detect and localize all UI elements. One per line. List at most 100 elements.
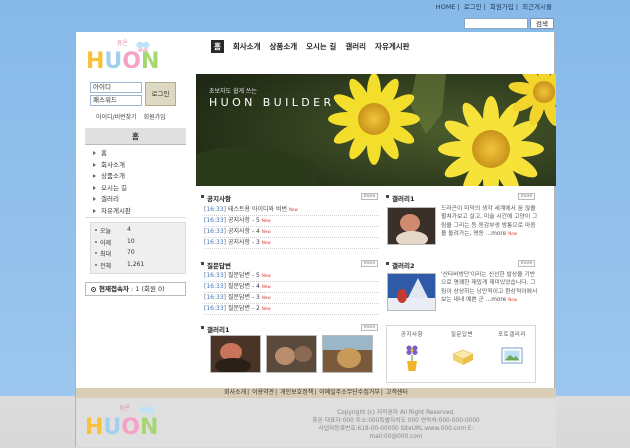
post-title: 질문답변 - 3 — [227, 294, 260, 301]
gallery2-thumb[interactable] — [387, 273, 436, 311]
site-logo[interactable]: 휴온 HUON — [84, 38, 164, 72]
gallery-bottom-more-button[interactable]: more — [361, 324, 378, 331]
top-link-join[interactable]: 회원가입 — [490, 3, 514, 11]
list-item[interactable]: [16:33] 공지사항 - 5 New — [204, 216, 379, 227]
post-time: [16:33] — [204, 294, 226, 301]
counter-row-today: 오늘 4 — [95, 226, 185, 238]
find-account-link[interactable]: 아이디/비번찾기 — [96, 114, 137, 121]
footer-link-support[interactable]: 고객센터 — [386, 389, 408, 396]
online-users[interactable]: 현재접속자 : 1 (회원 0) — [85, 282, 186, 296]
qna-more-button[interactable]: more — [361, 260, 378, 267]
id-field[interactable]: 아이디 — [90, 82, 142, 93]
post-time: [16:33] — [204, 206, 226, 213]
footer-nav: 회사소개| 이용약관| 개인보호정책| 이메일주소무단수집거부| 고객센터 — [76, 388, 556, 398]
new-badge: New — [508, 230, 517, 236]
list-item[interactable]: [16:33] 질문답변 - 5 New — [204, 271, 379, 282]
sidebar-item-location[interactable]: 오시는 길 — [90, 183, 131, 195]
footer-line: 사업자등록번호:618-00-00000 SiteURL:www.000.com… — [318, 426, 474, 440]
quick-menu: 공지사항 질문답변 포토갤러리 — [386, 325, 536, 383]
sidebar-item-home[interactable]: 홈 — [90, 148, 131, 160]
gnb-location[interactable]: 오시는 길 — [306, 41, 336, 52]
search-input[interactable] — [464, 18, 528, 29]
top-link-home[interactable]: HOME — [436, 3, 456, 11]
new-badge: New — [261, 273, 271, 278]
page-container: 휴온 HUON 홈 회사소개 상품소개 오시는 길 갤러리 자유게시판 아이디 … — [75, 32, 556, 447]
footer-logo-small: 휴온 — [119, 404, 131, 412]
visual-title: HUON BUILDER — [209, 96, 335, 109]
new-badge: New — [261, 306, 271, 311]
visitor-counter: 오늘 4 어제 10 최대 70 전체 1,261 — [90, 222, 186, 274]
footer-link-company[interactable]: 회사소개 — [224, 389, 246, 396]
gallery2-title[interactable]: 갤러리2 — [386, 260, 414, 270]
thumbnail-image — [388, 274, 435, 310]
footer-link-email[interactable]: 이메일주소무단수집거부 — [319, 389, 380, 396]
list-item[interactable]: [16:33] 테스트용 아이디와 비번 New — [204, 205, 379, 216]
counter-value: 4 — [127, 226, 131, 233]
top-link-login[interactable]: 로그인 — [464, 3, 482, 11]
book-icon — [452, 349, 474, 365]
svg-text:HUON: HUON — [86, 49, 159, 72]
counter-label: 오늘 — [100, 228, 112, 235]
password-field[interactable]: 패스워드 — [90, 95, 142, 106]
notice-more-button[interactable]: more — [361, 193, 378, 200]
footer-link-privacy[interactable]: 개인보호정책 — [280, 389, 313, 396]
new-badge: New — [261, 295, 271, 300]
gallery2-excerpt-text: '산타바방단'이라는 신선한 발상을 기반으로 명쾌한 재밌게 재미있었습니다.… — [441, 272, 538, 303]
login-box: 아이디 패스워드 로그인 — [90, 82, 180, 108]
quick-qna[interactable]: 질문답변 — [437, 330, 487, 338]
sidebar-item-gallery[interactable]: 갤러리 — [90, 194, 131, 206]
list-item[interactable]: [16:33] 공지사항 - 4 New — [204, 227, 379, 238]
sidebar-item-company[interactable]: 회사소개 — [90, 160, 131, 172]
join-link[interactable]: 회원가입 — [144, 114, 166, 121]
gallery-thumb-3[interactable] — [322, 335, 373, 373]
footer-logo: 휴온 HUON — [85, 404, 158, 438]
quick-notice-label: 공지사항 — [400, 332, 424, 338]
list-item[interactable]: [16:33] 질문답변 - 2 New — [204, 304, 379, 315]
gallery-thumb-2[interactable] — [266, 335, 317, 373]
gallery1-excerpt[interactable]: 드라곤이 미덕의 생각 세계에서 꿈 많을 펼쳐가보고 살고, 미술 시간에 고… — [441, 205, 538, 238]
qna-title[interactable]: 질문답변 — [201, 260, 231, 270]
login-button[interactable]: 로그인 — [145, 82, 176, 106]
thumbnail-image — [388, 208, 435, 244]
footer: 휴온 HUON Copyright (c) 저작권자 All Right Res… — [76, 398, 556, 447]
thumbnail-image — [211, 336, 260, 372]
counter-label: 전체 — [100, 262, 112, 270]
qna-list: [16:33] 질문답변 - 5 New [16:33] 질문답변 - 4 New [1… — [204, 271, 379, 315]
counter-value: 10 — [127, 237, 135, 245]
main-visual: 초보자도 쉽게 쓰는 HUON BUILDER — [196, 74, 556, 186]
notice-title[interactable]: 공지사항 — [201, 193, 231, 203]
quick-qna-label: 질문답변 — [450, 332, 474, 338]
footer-link-terms[interactable]: 이용약관 — [252, 389, 274, 396]
list-item[interactable]: [16:33] 공지사항 - 3 New — [204, 238, 379, 249]
gallery2-more-button[interactable]: more — [518, 260, 535, 267]
top-link-recent[interactable]: 최근게시물 — [522, 3, 552, 11]
gnb-products[interactable]: 상품소개 — [270, 41, 298, 52]
post-title: 질문답변 - 4 — [227, 283, 260, 290]
gallery-bottom-title[interactable]: 갤러리1 — [201, 324, 229, 334]
gnb-gallery[interactable]: 갤러리 — [345, 41, 366, 52]
new-badge: New — [261, 240, 271, 245]
gallery1-more-button[interactable]: more — [518, 193, 535, 200]
notice-list: [16:33] 테스트용 아이디와 비번 New [16:33] 공지사항 - 5 Ne… — [204, 205, 379, 249]
sidebar-item-board[interactable]: 자유게시판 — [90, 206, 131, 218]
post-title: 공지사항 - 3 — [227, 239, 260, 246]
gnb-board[interactable]: 자유게시판 — [375, 41, 410, 52]
post-title: 테스트용 아이디와 비번 — [227, 206, 287, 213]
sidebar-item-products[interactable]: 상품소개 — [90, 171, 131, 183]
post-time: [16:33] — [204, 305, 226, 312]
list-item[interactable]: [16:33] 질문답변 - 3 New — [204, 293, 379, 304]
quick-notice[interactable]: 공지사항 — [387, 330, 437, 338]
thumbnail-image — [323, 336, 372, 372]
search-button[interactable]: 검색 — [530, 18, 554, 29]
gallery2-excerpt[interactable]: '산타바방단'이라는 신선한 발상을 기반으로 명쾌한 재밌게 재미있었습니다.… — [441, 271, 538, 304]
list-item[interactable]: [16:33] 질문답변 - 4 New — [204, 282, 379, 293]
gnb-company[interactable]: 회사소개 — [233, 41, 261, 52]
gnb-home[interactable]: 홈 — [211, 40, 224, 53]
gallery1-thumb[interactable] — [387, 207, 436, 245]
gallery-thumb-1[interactable] — [210, 335, 261, 373]
post-title: 질문답변 - 2 — [227, 305, 260, 312]
gallery1-title[interactable]: 갤러리1 — [386, 193, 414, 203]
footer-line: 휴온 대표자:000 주소:000특별자치도 000 연락처:000-000-0… — [312, 418, 480, 424]
quick-gallery[interactable]: 포토갤러리 — [487, 330, 537, 338]
counter-row-total: 전체 1,261 — [95, 261, 185, 273]
